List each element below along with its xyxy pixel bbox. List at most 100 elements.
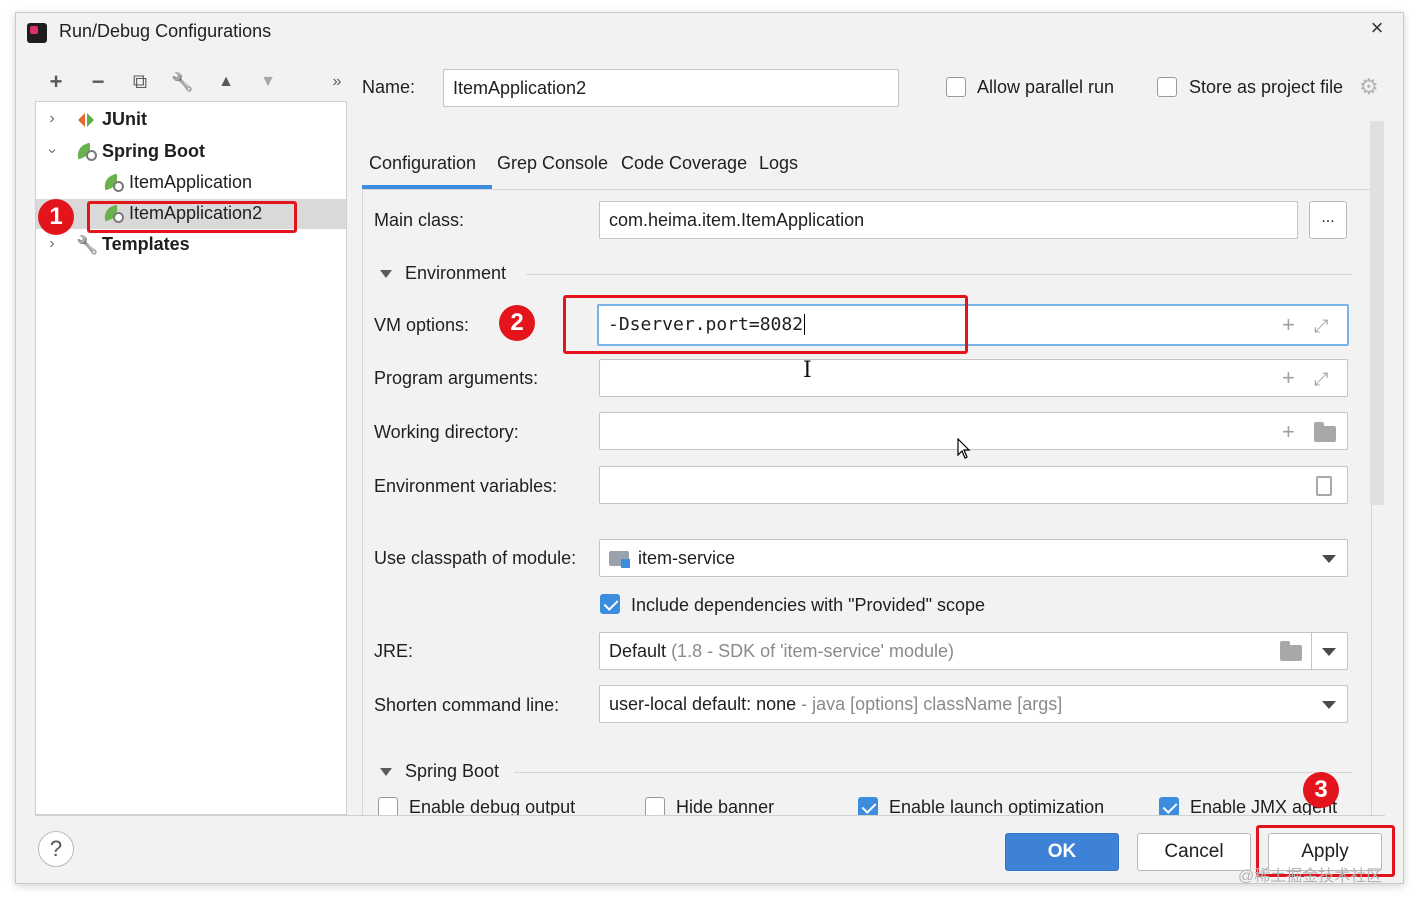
jre-value: Default [609, 641, 667, 661]
dropdown-arrow-icon[interactable] [1322, 701, 1336, 709]
move-up-icon[interactable]: ▲ [215, 71, 237, 93]
tree-label-templates: Templates [102, 234, 190, 254]
tab-logs[interactable]: Logs [759, 153, 798, 174]
enable-debug-label: Enable debug output [409, 797, 576, 815]
insert-macro-icon[interactable]: + [1282, 421, 1295, 443]
main-class-label: Main class: [374, 210, 465, 230]
enable-launch-optimization-checkbox[interactable] [858, 797, 878, 815]
program-arguments-label: Program arguments: [374, 368, 539, 388]
spring-boot-app-icon [101, 173, 125, 192]
store-as-file-checkbox[interactable] [1157, 77, 1177, 97]
add-configuration-icon[interactable]: + [45, 71, 67, 93]
gear-icon[interactable]: ⚙ [1359, 76, 1379, 98]
environment-variables-input[interactable] [599, 466, 1348, 504]
name-label: Name: [362, 77, 416, 97]
edit-env-vars-icon[interactable] [1316, 476, 1332, 496]
move-down-icon[interactable]: ▼ [257, 71, 279, 93]
classpath-module-label: Use classpath of module: [374, 548, 577, 568]
tab-grep-console[interactable]: Grep Console [497, 153, 608, 174]
mouse-pointer-icon [957, 438, 971, 459]
spring-boot-icon [74, 142, 98, 161]
store-as-file-label: Store as project file [1189, 77, 1344, 97]
tree-label-spring-boot: Spring Boot [102, 141, 205, 161]
working-directory-label: Working directory: [374, 422, 519, 442]
dropdown-arrow-icon[interactable] [1322, 648, 1336, 656]
wrench-icon: 🔧 [76, 235, 99, 255]
chevron-right-icon[interactable]: › [44, 235, 60, 253]
vertical-scrollbar[interactable] [1370, 121, 1384, 505]
classpath-module-select[interactable]: item-service [599, 539, 1348, 577]
jre-detail: (1.8 - SDK of 'item-service' module) [671, 641, 955, 661]
add-vm-option-icon[interactable]: + [1282, 314, 1295, 336]
add-argument-icon[interactable]: + [1282, 367, 1295, 389]
tab-configuration[interactable]: Configuration [369, 153, 476, 174]
junit-icon [76, 111, 98, 129]
allow-parallel-checkbox[interactable] [946, 77, 966, 97]
annotation-badge-2: 2 [499, 305, 535, 341]
module-badge-icon [621, 559, 630, 568]
watermark: @稀土掘金技术社区 [1238, 868, 1383, 885]
vm-options-label: VM options: [374, 315, 470, 335]
cancel-button[interactable]: Cancel [1137, 833, 1251, 871]
footer-divider [35, 815, 1385, 816]
shorten-command-label: Shorten command line: [374, 695, 560, 715]
tree-node-item-application[interactable]: ItemApplication [36, 168, 346, 198]
expand-field-icon[interactable]: ⤢ [1314, 315, 1328, 337]
tree-label-junit: JUnit [102, 109, 147, 129]
section-divider [526, 274, 1352, 275]
text-cursor-icon: I [803, 358, 812, 383]
close-icon[interactable]: × [1365, 16, 1389, 40]
working-directory-input[interactable] [599, 412, 1348, 450]
classpath-module-value: item-service [638, 548, 736, 568]
include-provided-label: Include dependencies with "Provided" sco… [631, 595, 986, 615]
shorten-command-detail: - java [options] className [args] [801, 694, 1063, 714]
expand-field-icon[interactable]: ⤢ [1314, 368, 1328, 390]
allow-parallel-label: Allow parallel run [977, 77, 1115, 97]
program-arguments-input[interactable] [599, 359, 1348, 397]
annotation-badge-1: 1 [38, 199, 74, 235]
name-input[interactable]: ItemApplication2 [443, 69, 899, 107]
annotation-highlight-1 [87, 201, 297, 233]
spring-boot-section-title: Spring Boot [405, 761, 500, 781]
hide-banner-checkbox[interactable] [645, 797, 665, 815]
folder-icon[interactable] [1280, 641, 1302, 661]
tab-code-coverage[interactable]: Code Coverage [621, 153, 747, 174]
tree-node-junit[interactable]: › JUnit [36, 105, 346, 135]
jre-label: JRE: [374, 641, 414, 661]
collapse-environment-icon[interactable] [380, 270, 392, 278]
environment-section-title: Environment [405, 263, 507, 283]
enable-debug-checkbox[interactable] [378, 797, 398, 815]
edit-templates-icon[interactable]: 🔧 [171, 71, 193, 93]
annotation-badge-3: 3 [1303, 772, 1339, 808]
jre-select[interactable]: Default (1.8 - SDK of 'item-service' mod… [599, 632, 1348, 670]
shorten-command-value: user-local default: none [609, 694, 797, 714]
tree-node-spring-boot[interactable]: › Spring Boot [36, 137, 346, 167]
window-title: Run/Debug Configurations [59, 21, 272, 41]
intellij-app-icon [27, 23, 47, 43]
tree-node-templates[interactable]: › 🔧 Templates [36, 230, 346, 260]
more-actions-icon[interactable]: » [326, 71, 348, 93]
environment-variables-label: Environment variables: [374, 476, 558, 496]
tree-label-item-application: ItemApplication [129, 172, 253, 192]
chevron-right-icon[interactable]: › [44, 110, 60, 128]
collapse-spring-boot-icon[interactable] [380, 768, 392, 776]
spring-boot-options-row: Enable debug output Hide banner Enable l… [362, 788, 1372, 815]
include-provided-checkbox[interactable] [600, 594, 620, 614]
section-divider [514, 772, 1352, 773]
copy-configuration-icon[interactable]: ⧉ [129, 71, 151, 93]
browse-main-class-button[interactable]: ... [1309, 201, 1347, 239]
annotation-highlight-2 [563, 295, 968, 354]
dropdown-arrow-icon[interactable] [1322, 555, 1336, 563]
enable-launch-optimization-label: Enable launch optimization [889, 797, 1105, 815]
folder-icon[interactable] [1314, 422, 1336, 442]
field-divider [1311, 633, 1312, 669]
help-button[interactable]: ? [38, 831, 74, 867]
run-debug-dialog: Run/Debug Configurations × + − ⧉ 🔧 ▲ ▼ »… [15, 12, 1404, 884]
remove-configuration-icon[interactable]: − [87, 71, 109, 93]
enable-jmx-checkbox[interactable] [1159, 797, 1179, 815]
main-class-input[interactable]: com.heima.item.ItemApplication [599, 201, 1298, 239]
shorten-command-select[interactable]: user-local default: none - java [options… [599, 685, 1348, 723]
chevron-down-icon[interactable]: › [43, 143, 61, 159]
ok-button[interactable]: OK [1005, 833, 1119, 871]
hide-banner-label: Hide banner [676, 797, 775, 815]
